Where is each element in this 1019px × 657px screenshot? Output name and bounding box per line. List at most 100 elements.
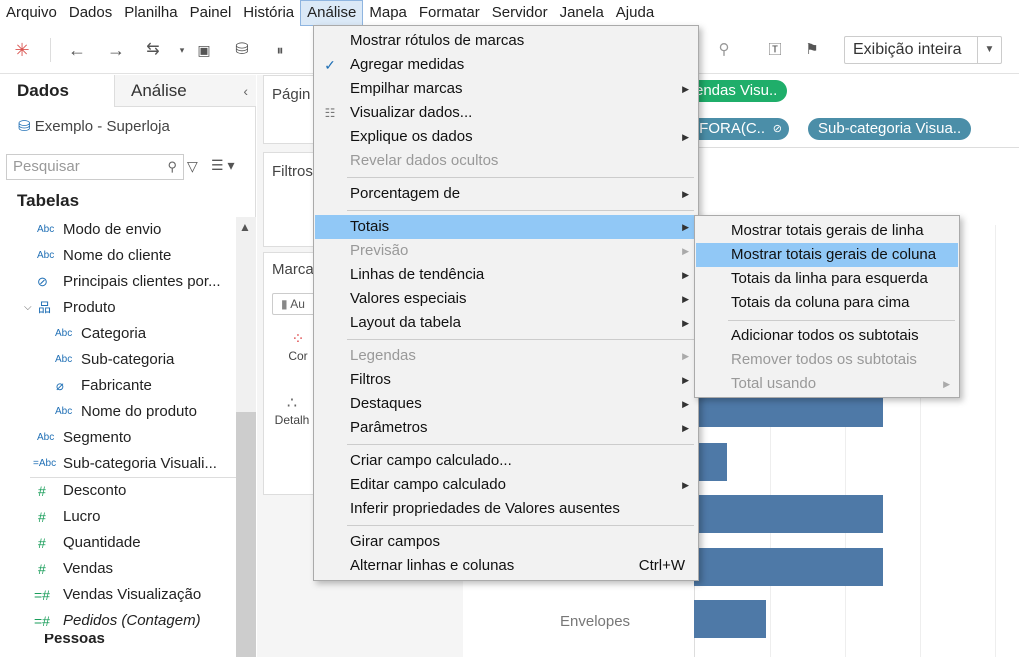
menu-item-label: Adicionar todos os subtotais xyxy=(731,327,919,344)
new-datasource-icon[interactable]: ⛁ xyxy=(230,38,254,62)
bar-mark[interactable] xyxy=(694,495,883,533)
detail-button[interactable]: ∴ Detalh xyxy=(272,393,312,427)
menu-item-stack-marks[interactable]: Empilhar marcas ▶ xyxy=(315,77,697,101)
menu-item-show-row-grand-totals[interactable]: Mostrar totais gerais de linha xyxy=(696,219,958,243)
tab-analise[interactable]: Análise ‹ xyxy=(114,75,256,107)
table-icon: ☷ xyxy=(324,106,336,120)
swap-icon[interactable]: ⇆ xyxy=(141,38,165,62)
submenu-arrow-icon: ▶ xyxy=(682,480,689,490)
menu-item-add-all-subtotals[interactable]: Adicionar todos os subtotais xyxy=(696,324,958,348)
menu-item-create-calculated-field[interactable]: Criar campo calculado... xyxy=(315,449,697,473)
field-item[interactable]: =Abc Sub-categoria Visuali... xyxy=(0,451,236,477)
field-item[interactable]: ⊘ Principais clientes por... xyxy=(0,269,236,295)
field-item[interactable]: # Vendas xyxy=(0,556,236,582)
field-item[interactable]: Abc Segmento xyxy=(0,425,236,451)
menu-historia[interactable]: História xyxy=(237,0,300,26)
view-mode-select[interactable]: Exibição inteira ▼ xyxy=(844,36,1002,64)
tableau-logo-icon[interactable]: ✳ xyxy=(10,38,34,62)
field-item[interactable]: ⌵ 品 Produto xyxy=(0,295,236,321)
menu-item-reveal-hidden-data[interactable]: Revelar dados ocultos xyxy=(315,149,697,173)
field-item[interactable]: =# Vendas Visualização xyxy=(0,582,236,608)
dropdown-caret-icon[interactable]: ▾ xyxy=(170,38,194,62)
scrollbar-thumb[interactable] xyxy=(236,412,256,657)
rows-pill-2[interactable]: Sub-categoria Visua.. xyxy=(808,118,972,140)
field-item[interactable]: =# Pedidos (Contagem) xyxy=(0,608,236,634)
menu-item-special-values[interactable]: Valores especiais ▶ xyxy=(315,287,697,311)
menu-painel[interactable]: Painel xyxy=(184,0,238,26)
field-item[interactable]: Abc Nome do produto xyxy=(0,399,236,425)
menu-item-trend-lines[interactable]: Linhas de tendência ▶ xyxy=(315,263,697,287)
set-icon: ⊘ xyxy=(37,274,48,289)
menu-item-parameters[interactable]: Parâmetros ▶ xyxy=(315,416,697,440)
submenu-arrow-icon: ▶ xyxy=(682,423,689,433)
menu-item-row-totals-left[interactable]: Totais da linha para esquerda xyxy=(696,267,958,291)
save-icon[interactable]: ▣ xyxy=(192,38,216,62)
menu-dados[interactable]: Dados xyxy=(63,0,118,26)
pause-icon[interactable]: ⏸ xyxy=(268,38,292,62)
collapse-icon[interactable]: ‹ xyxy=(243,75,248,107)
filter-icon[interactable]: ▽ xyxy=(187,158,198,175)
field-item[interactable]: Pessoas xyxy=(0,634,236,648)
field-item[interactable]: # Lucro xyxy=(0,504,236,530)
menu-item-edit-calculated-field[interactable]: Editar campo calculado ▶ xyxy=(315,473,697,497)
menu-item-show-column-grand-totals[interactable]: Mostrar totais gerais de coluna xyxy=(696,243,958,267)
submenu-arrow-icon: ▶ xyxy=(682,351,689,361)
menu-janela[interactable]: Janela xyxy=(554,0,610,26)
menu-mapa[interactable]: Mapa xyxy=(363,0,413,26)
menu-item-table-layout[interactable]: Layout da tabela ▶ xyxy=(315,311,697,335)
attach-icon[interactable]: ⚲ xyxy=(712,38,736,62)
back-icon[interactable]: ← xyxy=(65,38,89,62)
menu-item-view-data[interactable]: ☷ Visualizar dados... xyxy=(315,101,697,125)
menu-item-legends[interactable]: Legendas ▶ xyxy=(315,344,697,368)
search-input[interactable]: Pesquisar ⚲ xyxy=(6,154,184,180)
field-list-scrollbar[interactable]: ▲ xyxy=(236,217,256,657)
bar-mark[interactable] xyxy=(694,600,766,638)
bar-chart-icon: ▮ xyxy=(281,297,291,311)
menu-item-totals[interactable]: Totais ▶ xyxy=(315,215,697,239)
menu-item-column-totals-top[interactable]: Totais da coluna para cima xyxy=(696,291,958,315)
menu-item-swap-rows-columns[interactable]: Alternar linhas e colunas Ctrl+W xyxy=(315,554,697,578)
forward-icon[interactable]: → xyxy=(104,38,128,62)
menu-item-explain-data[interactable]: Explique os dados ▶ xyxy=(315,125,697,149)
menu-item-remove-all-subtotals[interactable]: Remover todos os subtotais xyxy=(696,348,958,372)
menu-item-aggregate-measures[interactable]: ✓ Agregar medidas xyxy=(315,53,697,77)
menu-item-total-using[interactable]: Total usando ▶ xyxy=(696,372,958,396)
pin-icon[interactable]: ⚑ xyxy=(800,38,824,62)
menu-ajuda[interactable]: Ajuda xyxy=(610,0,660,26)
text-icon[interactable]: 🅃 xyxy=(763,38,787,62)
field-item[interactable]: # Desconto xyxy=(0,478,236,504)
menu-analise[interactable]: Análise xyxy=(300,0,364,26)
field-item[interactable]: Abc Modo de envio xyxy=(0,217,236,243)
rows-pill-1[interactable]: /FORA(C.. ⊘ xyxy=(685,118,789,140)
menu-item-highlighters[interactable]: Destaques ▶ xyxy=(315,392,697,416)
field-list: Abc Modo de envio Abc Nome do cliente ⊘ … xyxy=(0,217,236,648)
columns-pill[interactable]: endas Visu.. xyxy=(685,80,788,102)
menu-item-pivot-fields[interactable]: Girar campos xyxy=(315,530,697,554)
menu-servidor[interactable]: Servidor xyxy=(486,0,554,26)
field-item[interactable]: Abc Nome do cliente xyxy=(0,243,236,269)
string-type-icon: Abc xyxy=(37,432,55,443)
color-button[interactable]: ⁘ Cor xyxy=(278,329,318,363)
chevron-down-icon[interactable]: ⌵ xyxy=(24,295,32,321)
menu-arquivo[interactable]: Arquivo xyxy=(0,0,63,26)
scroll-up-icon[interactable]: ▲ xyxy=(239,220,251,234)
menu-item-label: Empilhar marcas xyxy=(350,80,463,97)
tab-dados[interactable]: Dados xyxy=(0,75,114,107)
datasource-item[interactable]: ⛁ Exemplo - Superloja xyxy=(18,117,170,135)
field-item[interactable]: # Quantidade xyxy=(0,530,236,556)
field-item[interactable]: Abc Categoria xyxy=(0,321,236,347)
menu-formatar[interactable]: Formatar xyxy=(413,0,486,26)
field-item[interactable]: Abc Sub-categoria xyxy=(0,347,236,373)
list-view-icon[interactable]: ☰ ▾ xyxy=(211,157,234,174)
menu-planilha[interactable]: Planilha xyxy=(118,0,183,26)
field-item[interactable]: ⌀ Fabricante xyxy=(0,373,236,399)
menu-item-forecast[interactable]: Previsão ▶ xyxy=(315,239,697,263)
menu-item-percentage-of[interactable]: Porcentagem de ▶ xyxy=(315,182,697,206)
menu-item-infer-missing-values[interactable]: Inferir propriedades de Valores ausentes xyxy=(315,497,697,521)
chevron-down-icon: ▼ xyxy=(977,37,1001,63)
field-label: Vendas xyxy=(63,560,114,577)
menu-item-filters[interactable]: Filtros ▶ xyxy=(315,368,697,392)
bar-mark[interactable] xyxy=(694,548,883,586)
menu-item-show-mark-labels[interactable]: Mostrar rótulos de marcas xyxy=(315,29,697,53)
shortcut-label: Ctrl+W xyxy=(638,557,685,574)
